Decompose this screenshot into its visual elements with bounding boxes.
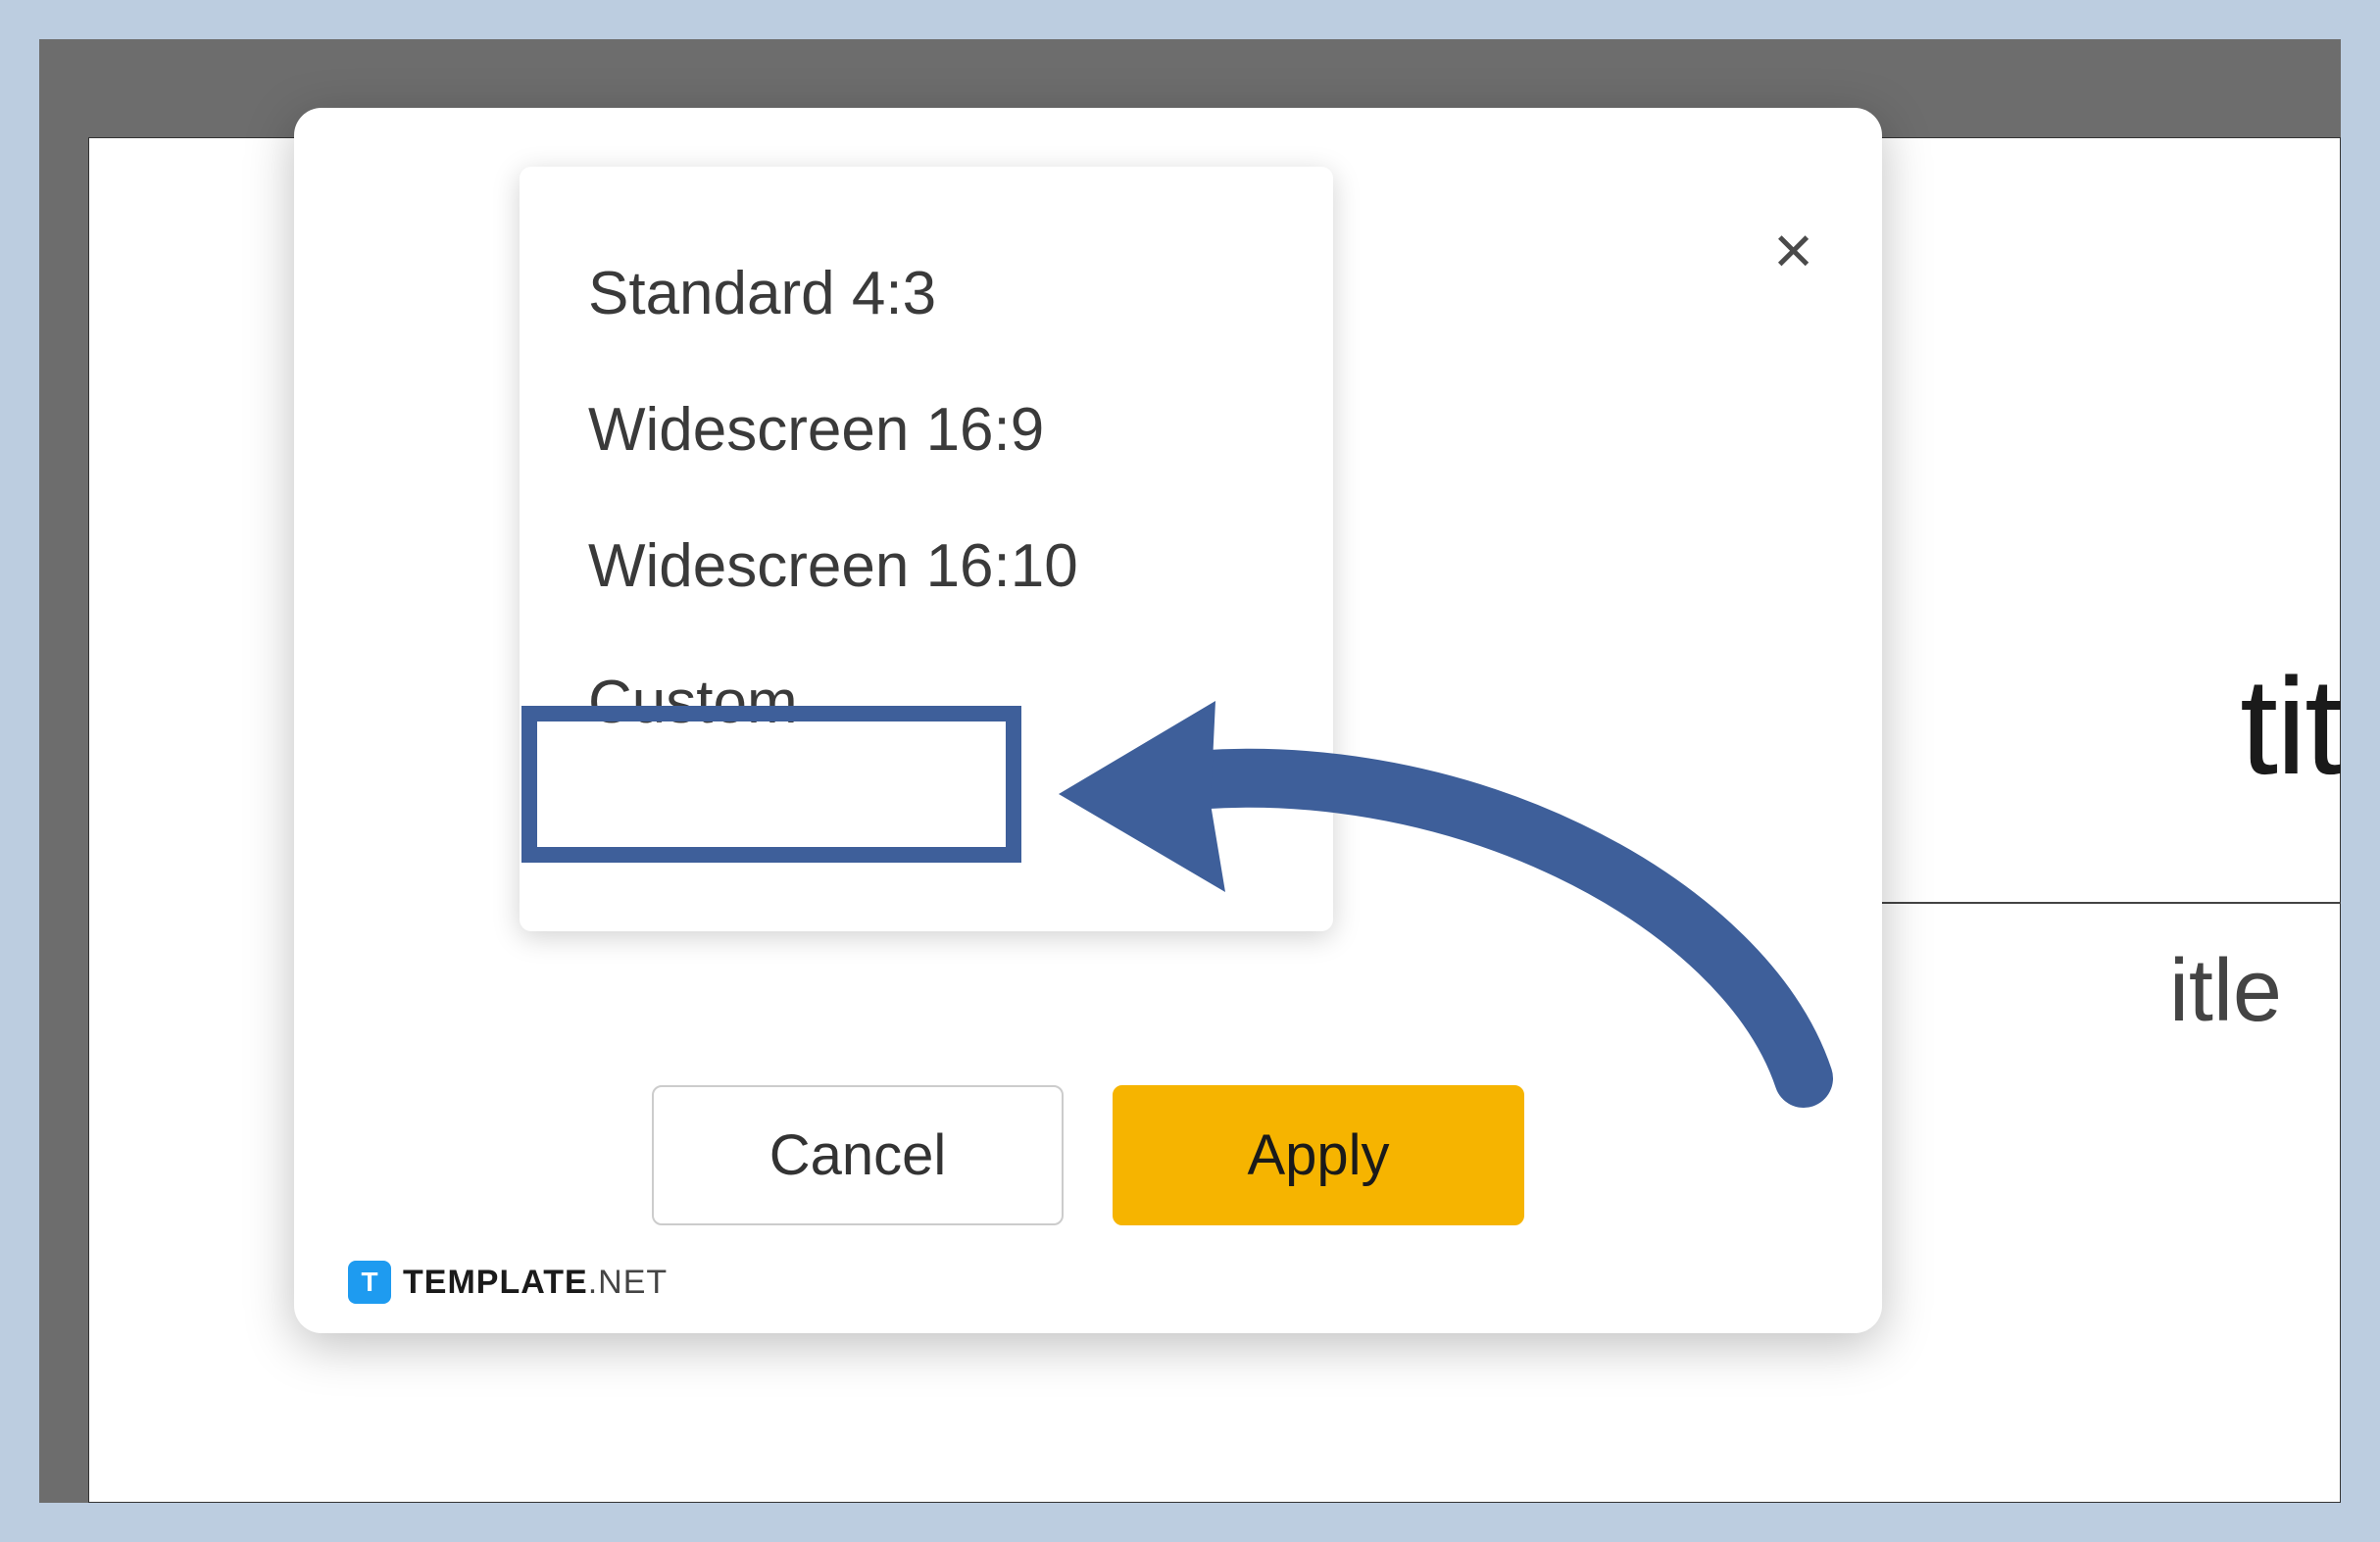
cancel-button[interactable]: Cancel	[652, 1085, 1064, 1225]
watermark-text: TEMPLATE.NET	[403, 1264, 668, 1302]
dialog-buttons: Cancel Apply	[294, 1085, 1882, 1225]
watermark: T TEMPLATE.NET	[348, 1261, 668, 1304]
template-logo-icon: T	[348, 1261, 391, 1304]
slide-title-text: tit	[2240, 647, 2341, 806]
apply-button[interactable]: Apply	[1113, 1085, 1524, 1225]
page-setup-dialog: × Standard 4:3 Widescreen 16:9 Widescree…	[294, 108, 1882, 1333]
option-standard-4-3[interactable]: Standard 4:3	[520, 225, 1333, 362]
backdrop-overlay: tit itle × Standard 4:3 Widescreen 16:9 …	[39, 39, 2341, 1503]
watermark-brand: TEMPLATE	[403, 1264, 588, 1301]
watermark-ext: .NET	[588, 1264, 668, 1301]
aspect-ratio-dropdown: Standard 4:3 Widescreen 16:9 Widescreen …	[520, 167, 1333, 931]
option-widescreen-16-9[interactable]: Widescreen 16:9	[520, 362, 1333, 498]
option-widescreen-16-10[interactable]: Widescreen 16:10	[520, 498, 1333, 634]
slide-subtitle-text: itle	[2169, 941, 2282, 1042]
close-icon[interactable]: ×	[1773, 216, 1813, 284]
option-custom[interactable]: Custom	[520, 634, 1333, 771]
